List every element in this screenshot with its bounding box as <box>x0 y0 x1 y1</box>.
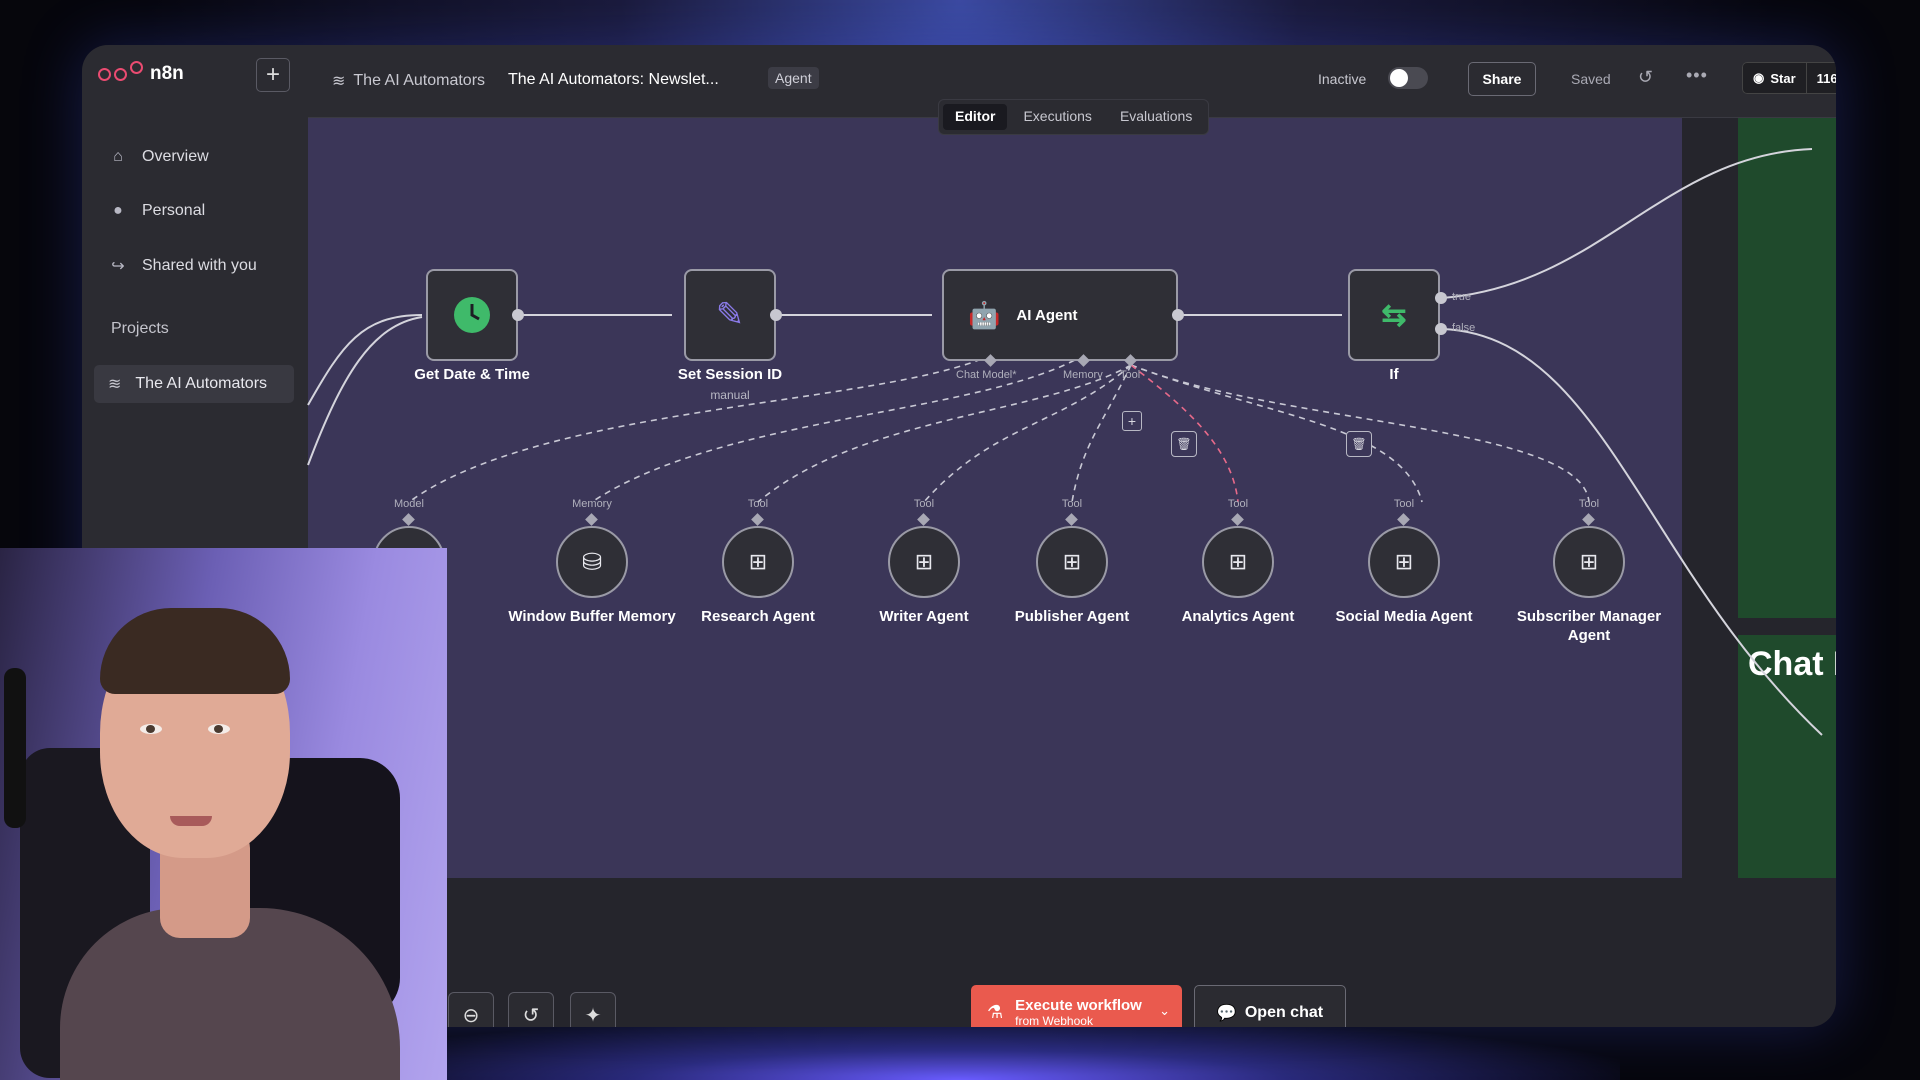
sub-node-label: Writer Agent <box>879 608 969 625</box>
port-label-memory: Memory <box>1063 369 1103 381</box>
tab-editor[interactable]: Editor <box>943 104 1008 130</box>
signpost-icon: ⇆ <box>1381 298 1407 332</box>
chevron-down-icon[interactable]: ⌄ <box>1159 1003 1170 1019</box>
execute-sublabel: from Webhook <box>1015 1013 1093 1028</box>
webcam-overlay <box>0 548 447 1080</box>
sub-node-label: Analytics Agent <box>1181 608 1295 625</box>
sub-node-label: Research Agent <box>701 608 815 625</box>
true-connection <box>1441 148 1813 299</box>
view-tabs: Editor Executions Evaluations <box>938 99 1210 135</box>
chat-bubble-icon: 💬 <box>1216 1005 1237 1022</box>
sub-node-type: Tool <box>1227 498 1249 510</box>
incoming-connection <box>307 314 423 406</box>
tab-executions[interactable]: Executions <box>1011 104 1103 130</box>
sub-node-label: Subscriber Manager Agent <box>1516 608 1662 644</box>
sub-node-window-buffer-memory[interactable]: ⛁ <box>556 526 628 598</box>
sub-node-type: Tool <box>1393 498 1415 510</box>
port-label-chat-model: Chat Model* <box>956 369 1017 381</box>
output-label-true: true <box>1452 291 1471 303</box>
node-label: Set Session ID <box>677 366 783 383</box>
node-sublabel: manual <box>710 388 750 402</box>
delete-connection-icon[interactable]: 🗑 <box>1346 431 1372 457</box>
false-connection <box>1441 328 1823 736</box>
node-label: AI Agent <box>1016 306 1078 324</box>
sitemap-icon: ⊞ <box>1394 549 1414 574</box>
robot-icon: 🤖 <box>968 299 1001 330</box>
tidy-up-icon[interactable]: ✦ <box>570 992 616 1027</box>
sub-node-type: Tool <box>913 498 935 510</box>
incoming-connection <box>307 316 423 466</box>
clock-icon <box>454 297 490 333</box>
node-get-date-time[interactable] <box>426 269 518 361</box>
sitemap-icon: ⊞ <box>1228 549 1248 574</box>
database-icon: ⛁ <box>581 548 603 576</box>
node-label: If <box>1389 366 1399 383</box>
sub-node-type: Tool <box>747 498 769 510</box>
sub-node-type: Tool <box>1061 498 1083 510</box>
node-label: Get Date & Time <box>414 366 530 383</box>
reset-zoom-icon[interactable]: ↺ <box>508 992 554 1027</box>
sitemap-icon: ⊞ <box>1062 549 1082 574</box>
sub-node-label: Social Media Agent <box>1335 608 1473 625</box>
sub-node-writer-agent[interactable]: ⊞ <box>888 526 960 598</box>
microphone <box>4 668 26 828</box>
sub-node-type: Memory <box>572 498 612 510</box>
zoom-out-icon[interactable]: ⊖ <box>448 992 494 1027</box>
open-chat-label: Open chat <box>1244 1004 1324 1021</box>
pencil-icon: ✎ <box>715 296 745 334</box>
add-tool-button[interactable]: + <box>1122 411 1142 431</box>
execute-workflow-button[interactable]: ⚗ Execute workflow from Webhook ⌄ <box>971 985 1182 1027</box>
node-set-session-id[interactable]: ✎ <box>684 269 776 361</box>
sub-node-label: Window Buffer Memory <box>508 608 676 625</box>
sub-node-social-media-agent[interactable]: ⊞ <box>1368 526 1440 598</box>
output-label-false: false <box>1452 322 1476 334</box>
sub-node-type: Tool <box>1578 498 1600 510</box>
execute-label: Execute workflow <box>1015 996 1142 1014</box>
delete-connection-icon[interactable]: 🗑 <box>1171 431 1197 457</box>
sub-node-analytics-agent[interactable]: ⊞ <box>1202 526 1274 598</box>
sitemap-icon: ⊞ <box>914 549 934 574</box>
tab-evaluations[interactable]: Evaluations <box>1108 104 1204 130</box>
node-if[interactable]: ⇆ <box>1348 269 1440 361</box>
sub-node-label: Publisher Agent <box>1014 608 1130 625</box>
port-label-tool: Tool <box>1120 369 1141 381</box>
sub-node-type: Model <box>394 498 424 510</box>
open-chat-button[interactable]: 💬 Open chat <box>1194 985 1346 1027</box>
flask-icon: ⚗ <box>987 1001 1004 1022</box>
node-ai-agent[interactable]: 🤖 AI Agent <box>942 269 1178 361</box>
sub-node-research-agent[interactable]: ⊞ <box>722 526 794 598</box>
sub-node-subscriber-manager-agent[interactable]: ⊞ <box>1553 526 1625 598</box>
sitemap-icon: ⊞ <box>748 549 768 574</box>
sitemap-icon: ⊞ <box>1579 549 1599 574</box>
background-glow <box>300 1020 1620 1080</box>
sub-node-publisher-agent[interactable]: ⊞ <box>1036 526 1108 598</box>
